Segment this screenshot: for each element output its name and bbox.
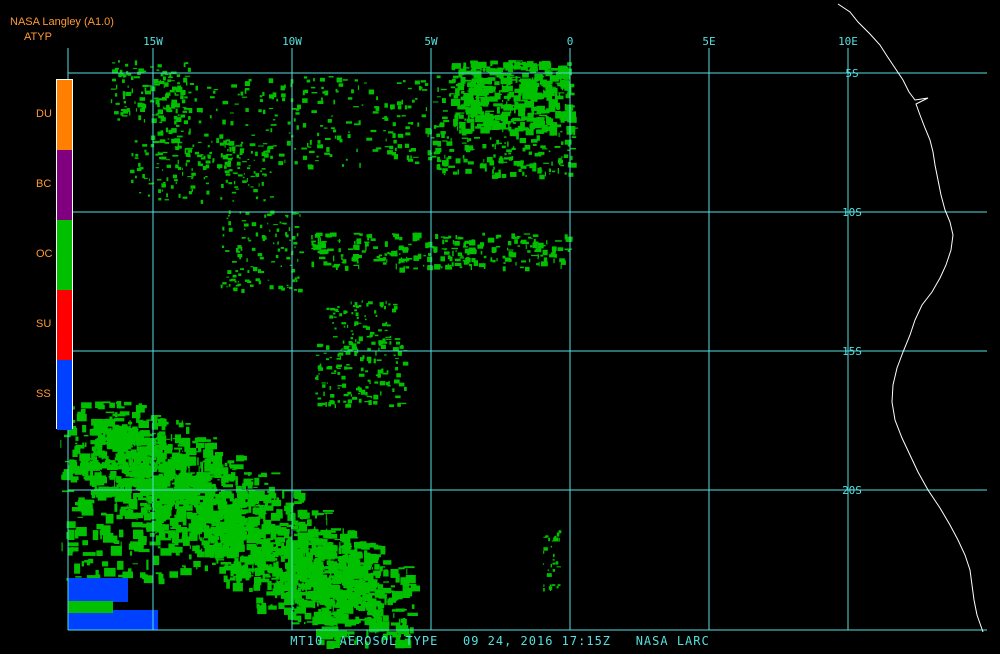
lat-label: 20S [842,484,862,497]
lat-label: 15S [842,345,862,358]
agency-label: NASA Langley (A1.0) [10,16,114,28]
lon-label: 5E [702,35,715,48]
legend-label-du: DU [36,108,52,120]
aerosol-map: 15W 10W 5W 0 5E 10E 5S 10S 15S 20S NASA Langley (… [0,0,1000,650]
lat-label: 10S [842,206,862,219]
product-label: ATYP [24,31,52,43]
lat-label: 5S [845,67,858,80]
african-coastline [837,3,984,633]
lon-label: 10W [282,35,302,48]
map-footer-caption: MT10 AEROSOL TYPE 09 24, 2016 17:15Z NAS… [290,634,710,648]
lon-label: 10E [838,35,858,48]
lon-label: 5W [424,35,438,48]
sea-salt-patch [68,578,128,602]
legend-label-oc: OC [36,248,53,260]
organic-carbon-patch [68,601,113,613]
aerosol-retrievals [60,60,578,649]
lon-label: 15W [143,35,163,48]
legend-label-bc: BC [36,178,52,190]
map-canvas: 15W 10W 5W 0 5E 10E 5S 10S 15S 20S [60,3,987,649]
legend-label-su: SU [36,318,52,330]
legend-label-ss: SS [36,388,51,400]
lon-label: 0 [567,35,574,48]
